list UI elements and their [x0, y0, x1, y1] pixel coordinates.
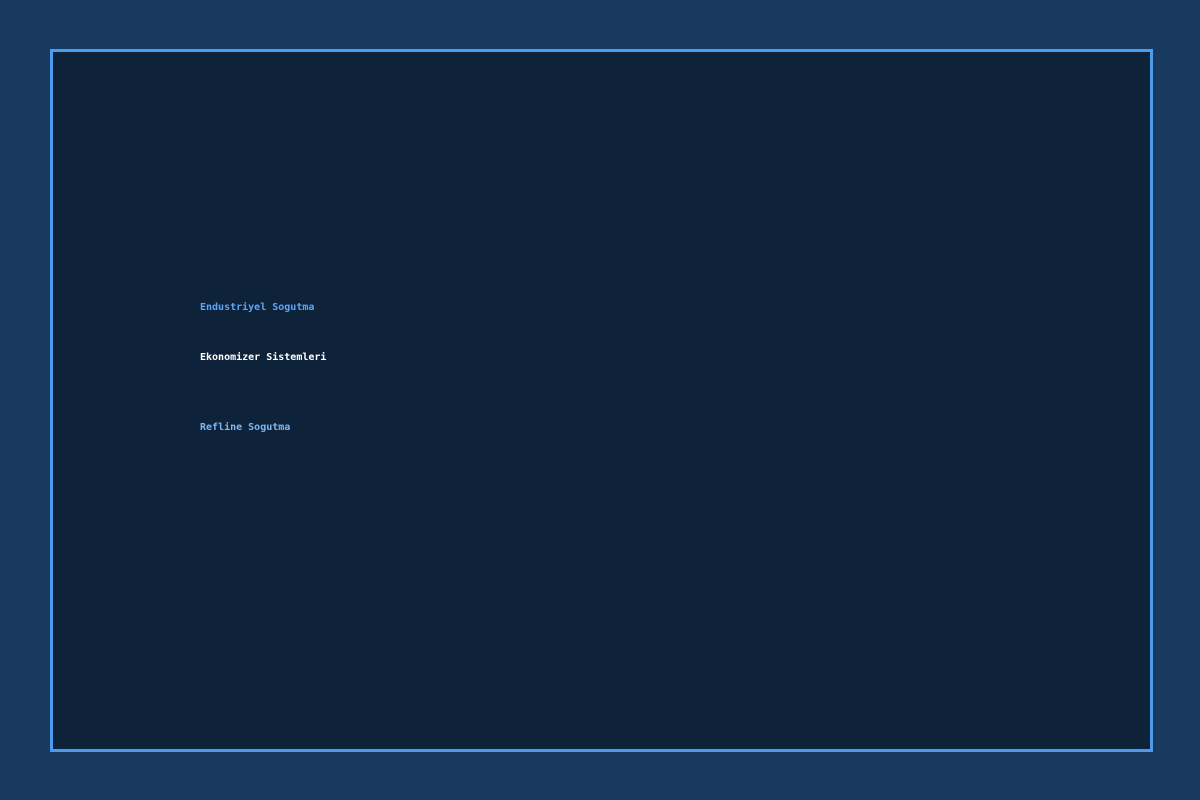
menu-item-refline-sogutma[interactable]: Refline Sogutma: [200, 422, 290, 434]
menu-item-endustriyel-sogutma[interactable]: Endustriyel Sogutma: [200, 302, 314, 314]
menu-item-ekonomizer-sistemleri[interactable]: Ekonomizer Sistemleri: [200, 352, 326, 364]
main-panel: Endustriyel Sogutma Ekonomizer Sistemler…: [50, 49, 1153, 752]
